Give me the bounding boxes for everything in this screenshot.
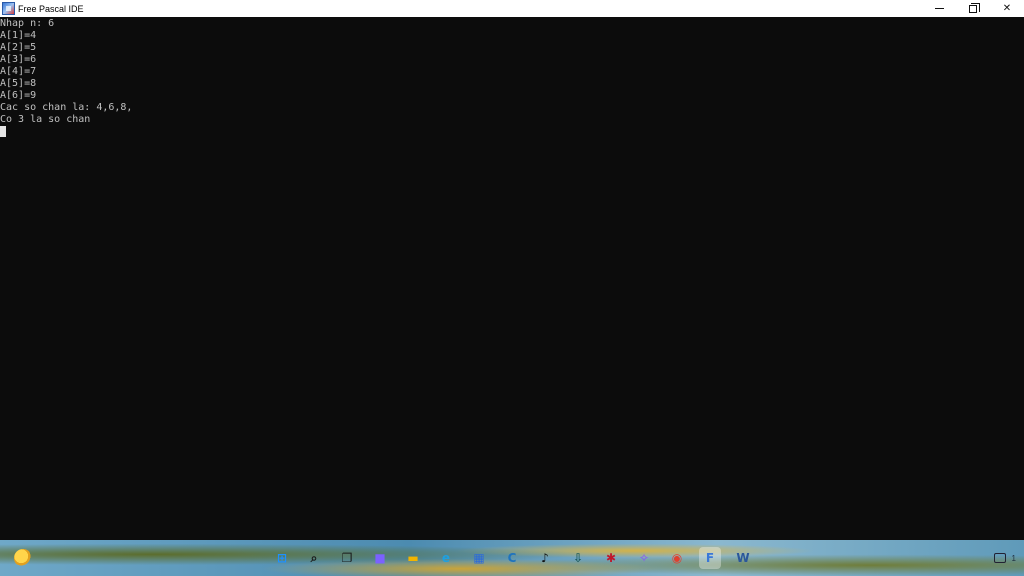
console-line: A[3]=6: [0, 54, 37, 65]
text-cursor: [0, 126, 6, 137]
console-line: A[6]=9: [0, 90, 37, 101]
word-icon[interactable]: W: [732, 547, 754, 569]
console-line: Co 3 la so chan: [0, 114, 91, 125]
messenger-icon[interactable]: ✧: [633, 547, 655, 569]
minimize-icon: [934, 8, 944, 9]
notification-badge[interactable]: 1: [1012, 554, 1016, 563]
system-tray: 1: [993, 546, 1016, 570]
start-icon[interactable]: ⊞: [271, 547, 293, 569]
weather-icon[interactable]: [14, 549, 32, 567]
app-red-icon[interactable]: ✱: [600, 547, 622, 569]
free-pascal-taskbar-icon[interactable]: F: [699, 547, 721, 569]
console-line: A[1]=4: [0, 30, 37, 41]
display-icon[interactable]: [993, 553, 1006, 563]
console-line: Nhap n: 6: [0, 18, 55, 29]
window-controls: ✕: [922, 0, 1024, 17]
restore-button[interactable]: [956, 0, 990, 17]
task-view-icon[interactable]: ❐: [336, 547, 358, 569]
tiktok-icon[interactable]: ♪: [534, 547, 556, 569]
console-line: A[4]=7: [0, 66, 37, 77]
free-pascal-ide-icon: [2, 2, 15, 15]
store-icon[interactable]: ▦: [468, 547, 490, 569]
file-explorer-icon[interactable]: ▬: [402, 547, 424, 569]
minimize-button[interactable]: [922, 0, 956, 17]
app-c-icon[interactable]: C: [501, 547, 523, 569]
meet-icon[interactable]: ■: [369, 547, 391, 569]
close-button[interactable]: ✕: [990, 0, 1024, 17]
restore-icon: [969, 2, 980, 13]
edge-icon[interactable]: e: [435, 547, 457, 569]
title-bar: Free Pascal IDE ✕: [0, 0, 1024, 17]
close-icon: ✕: [1002, 3, 1012, 14]
console-line: A[5]=8: [0, 78, 37, 89]
window-title: Free Pascal IDE: [18, 3, 84, 14]
console-output[interactable]: Nhap n: 6 A[1]=4 A[2]=5 A[3]=6 A[4]=7 A[…: [0, 17, 1024, 540]
console-line: A[2]=5: [0, 42, 37, 53]
console-line: Cac so chan la: 4,6,8,: [0, 102, 133, 113]
chrome-icon[interactable]: ◉: [666, 547, 688, 569]
app-download-icon[interactable]: ⇩: [567, 547, 589, 569]
search-icon[interactable]: ⌕: [303, 547, 325, 569]
taskbar: ⊞ ⌕ ❐ ■ ▬ e ▦ C ♪ ⇩ ✱ ✧ ◉ F W 1: [0, 540, 1024, 576]
